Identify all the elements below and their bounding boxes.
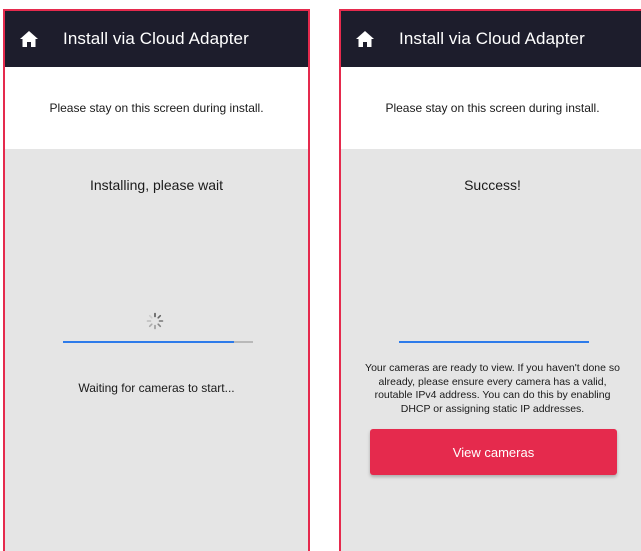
header-title: Install via Cloud Adapter	[399, 29, 585, 48]
view-cameras-button[interactable]: View cameras	[370, 429, 617, 475]
install-progress-fill	[63, 341, 234, 343]
home-icon[interactable]	[355, 29, 375, 49]
install-progress-bar	[63, 341, 253, 343]
home-icon[interactable]	[19, 29, 39, 49]
stay-on-screen-notice: Please stay on this screen during instal…	[5, 67, 308, 149]
app-header: Install via Cloud Adapter	[341, 11, 641, 67]
install-screen-success: Install via Cloud Adapter Please stay on…	[339, 9, 641, 551]
install-progress-fill	[399, 341, 589, 343]
install-content: Installing, please wait Waiting for came…	[5, 149, 308, 551]
header-title: Install via Cloud Adapter	[63, 29, 249, 48]
install-screen-installing: Install via Cloud Adapter Please stay on…	[3, 9, 310, 551]
stay-on-screen-notice: Please stay on this screen during instal…	[341, 67, 641, 149]
app-header: Install via Cloud Adapter	[5, 11, 308, 67]
spinner-icon	[146, 312, 164, 330]
status-title: Success!	[464, 177, 521, 193]
install-progress-bar	[399, 341, 589, 343]
waiting-status-text: Waiting for cameras to start...	[78, 381, 235, 395]
install-content: Success! Your cameras are ready to view.…	[341, 149, 641, 551]
status-title: Installing, please wait	[89, 177, 224, 193]
cameras-ready-message: Your cameras are ready to view. If you h…	[365, 362, 620, 415]
